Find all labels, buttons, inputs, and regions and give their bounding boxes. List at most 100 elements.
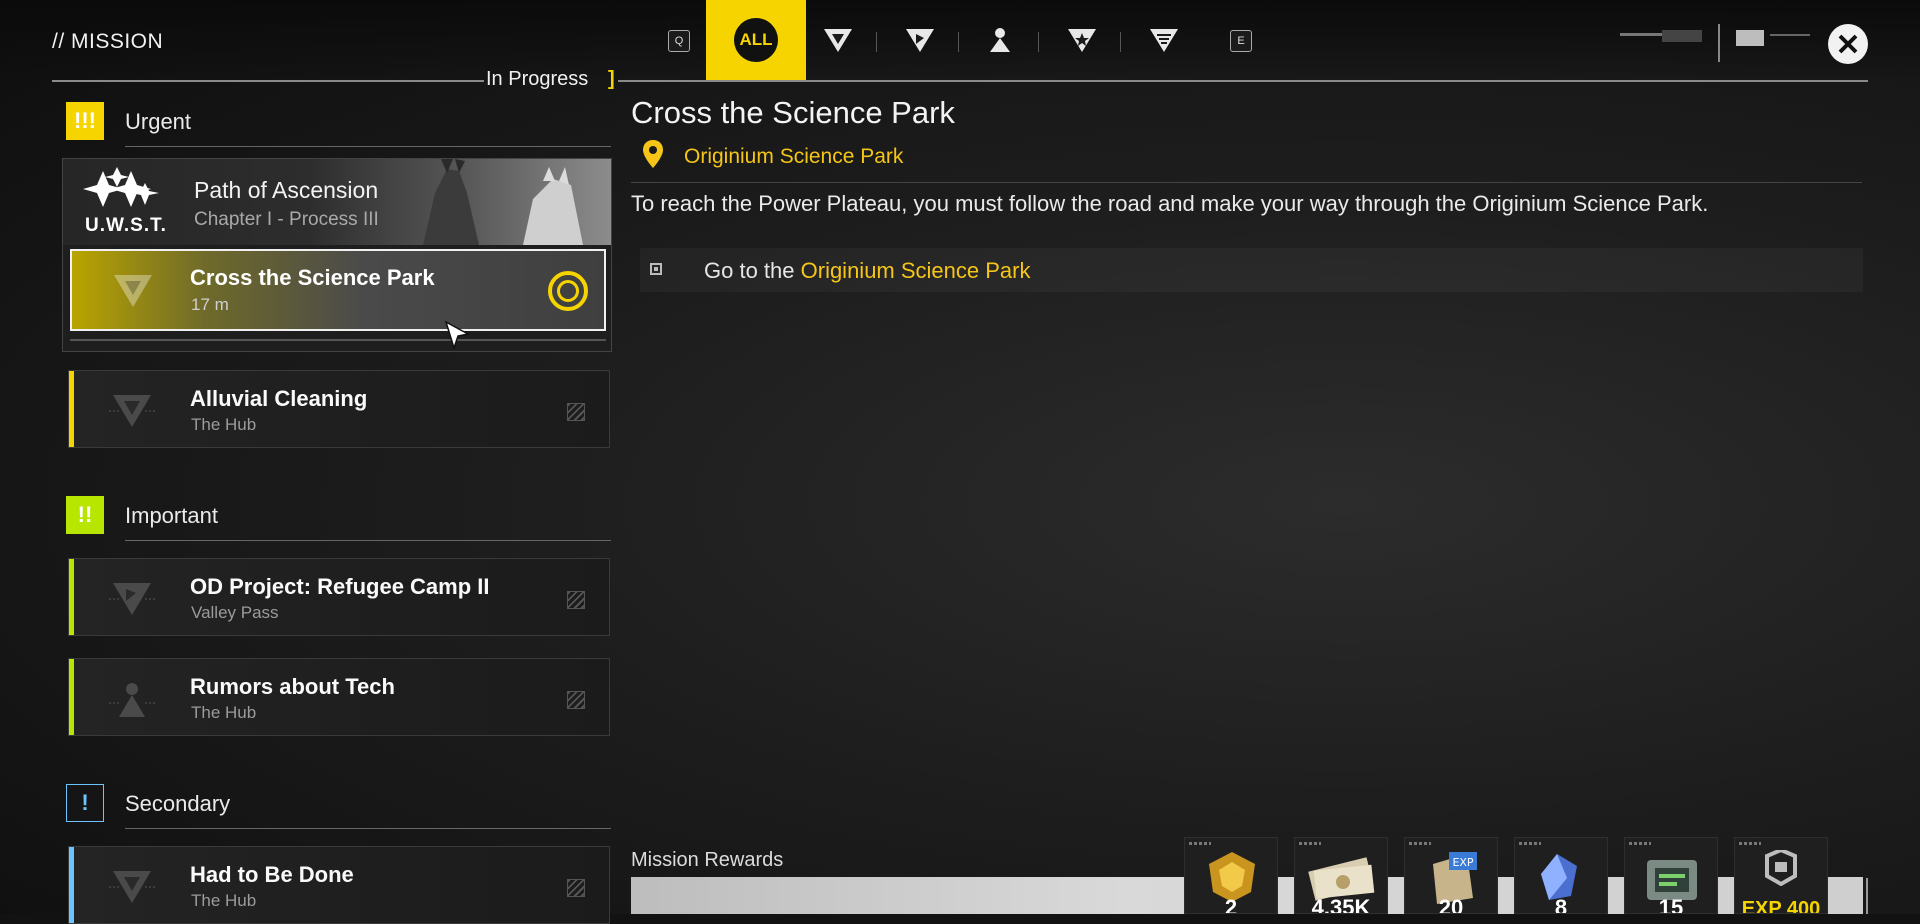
mission-card-selected[interactable]: Cross the Science Park 17 m <box>70 249 606 331</box>
hatch-icon <box>567 879 585 897</box>
close-button[interactable] <box>1828 24 1868 64</box>
triangle-emblem-icon <box>824 29 852 52</box>
person-emblem-icon <box>990 28 1010 52</box>
close-icon <box>1838 34 1858 54</box>
character-art-image <box>423 159 583 245</box>
tab-star-emblem[interactable] <box>1062 20 1102 60</box>
reward-item[interactable]: EXP 400 <box>1734 837 1828 914</box>
tab-prev-key[interactable]: Q <box>668 30 690 52</box>
svg-text:EXP: EXP <box>1452 856 1473 869</box>
deco-block <box>1662 30 1702 42</box>
deco-line <box>1770 34 1810 36</box>
in-progress-bracket: ] <box>608 68 615 90</box>
ascension-subtitle: Chapter I - Process III <box>194 209 379 230</box>
reward-count: EXP 400 <box>1741 898 1821 914</box>
rarity-dots <box>1739 842 1761 845</box>
uwst-logo-text: U.W.S.T. <box>85 215 167 236</box>
secondary-label: Secondary <box>125 791 231 816</box>
deco-barcode <box>1620 33 1668 36</box>
tab-all[interactable]: ALL <box>734 18 778 62</box>
objective-prefix: Go to the <box>704 258 801 283</box>
mission-location: The Hub <box>191 703 257 722</box>
mission-type-icon <box>109 871 155 903</box>
rewards-label: Mission Rewards <box>631 849 784 871</box>
mission-location: The Hub <box>191 415 257 434</box>
mission-distance: 17 m <box>191 295 229 314</box>
objective-checkbox-icon <box>650 263 662 275</box>
priority-stripe <box>69 371 74 447</box>
mission-location: The Hub <box>191 891 257 910</box>
rarity-dots <box>1409 842 1431 845</box>
location-pin-icon <box>643 140 663 168</box>
tab-separator <box>1120 32 1121 52</box>
tab-separator <box>1038 32 1039 52</box>
mission-type-icon <box>109 583 155 615</box>
rarity-dots <box>1519 842 1541 845</box>
mission-card[interactable]: OD Project: Refugee Camp II Valley Pass <box>68 558 610 636</box>
mission-description: To reach the Power Plateau, you must fol… <box>631 191 1709 216</box>
objective-row: Go to the Originium Science Park <box>640 248 1863 292</box>
tab-chevron-emblem[interactable] <box>900 20 940 60</box>
urgent-divider <box>125 146 611 147</box>
reward-item[interactable]: 15 <box>1624 837 1718 914</box>
deco-divider <box>1718 24 1720 62</box>
hatch-icon <box>567 591 585 609</box>
rarity-dots <box>1189 842 1211 845</box>
urgent-badge: !!! <box>66 102 104 140</box>
reward-item[interactable]: 2 <box>1184 837 1278 914</box>
mission-type-icon <box>114 275 152 307</box>
tab-bars-emblem[interactable] <box>1144 20 1184 60</box>
top-shade <box>0 0 1920 80</box>
chevron-emblem-icon <box>906 29 934 52</box>
important-label: Important <box>125 503 218 528</box>
tab-triangle-emblem[interactable] <box>818 20 858 60</box>
mission-detail-location[interactable]: Originium Science Park <box>684 145 903 169</box>
background <box>0 0 1920 914</box>
tab-next-key[interactable]: E <box>1230 30 1252 52</box>
rarity-dots <box>1299 842 1321 845</box>
mission-name: OD Project: Refugee Camp II <box>190 574 490 599</box>
deco-flag <box>1736 30 1764 46</box>
objective-highlight: Originium Science Park <box>800 258 1031 283</box>
secondary-divider <box>125 828 611 829</box>
mission-card[interactable]: Rumors about Tech The Hub <box>68 658 610 736</box>
ascension-banner: U.W.S.T. Path of Ascension Chapter I - P… <box>63 159 611 245</box>
tracking-target-icon[interactable] <box>548 271 588 311</box>
priority-stripe <box>69 659 74 735</box>
reward-item[interactable]: 8 <box>1514 837 1608 914</box>
important-divider <box>125 540 611 541</box>
secondary-badge: ! <box>66 784 104 822</box>
tab-person-emblem[interactable] <box>980 20 1020 60</box>
ascension-title: Path of Ascension <box>194 177 379 203</box>
mission-name: Alluvial Cleaning <box>190 386 368 411</box>
mission-detail-title: Cross the Science Park <box>631 95 955 130</box>
exp-token-icon <box>1765 850 1797 886</box>
mission-card[interactable]: Had to Be Done The Hub <box>68 846 610 924</box>
header-divider-right <box>618 80 1868 82</box>
in-progress-label: In Progress <box>486 68 589 90</box>
mission-type-icon <box>109 395 155 427</box>
reward-count: 8 <box>1554 895 1568 914</box>
tab-separator <box>958 32 959 52</box>
mouse-cursor-icon <box>444 320 471 350</box>
reward-item[interactable]: 4.35K <box>1294 837 1388 914</box>
important-badge: !! <box>66 496 104 534</box>
mission-card[interactable]: Alluvial Cleaning The Hub <box>68 370 610 448</box>
mission-type-icon <box>109 683 155 717</box>
mission-name: Had to Be Done <box>190 862 354 887</box>
group-bottom-line <box>70 339 606 341</box>
priority-stripe <box>69 847 74 923</box>
objective-text: Go to the Originium Science Park <box>704 258 1031 284</box>
header-divider-left <box>52 80 484 82</box>
path-of-ascension-group[interactable]: U.W.S.T. Path of Ascension Chapter I - P… <box>62 158 612 352</box>
reward-count: 20 <box>1438 895 1464 914</box>
page-title: // MISSION <box>52 30 164 53</box>
rewards-scroll-edge <box>1866 878 1868 914</box>
star-emblem-icon <box>1068 29 1096 52</box>
reward-item[interactable]: EXP 20 <box>1404 837 1498 914</box>
reward-count: 4.35K <box>1311 895 1371 914</box>
detail-divider <box>631 182 1862 183</box>
rarity-dots <box>1629 842 1651 845</box>
hatch-icon <box>567 691 585 709</box>
bars-emblem-icon <box>1150 29 1178 52</box>
